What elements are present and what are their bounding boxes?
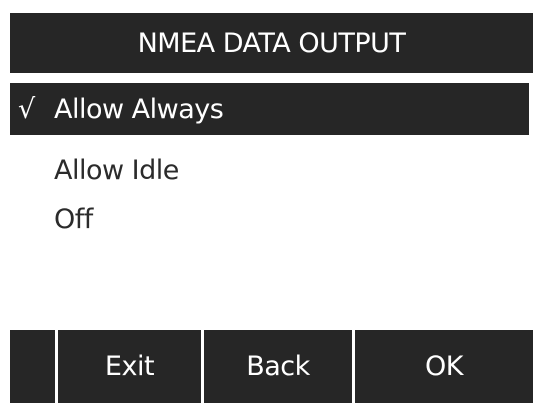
menu-item-allow-idle[interactable]: Allow Idle <box>10 144 179 196</box>
menu-item-allow-always[interactable]: √ Allow Always <box>10 83 529 135</box>
device-screen: NMEA DATA OUTPUT √ Allow Always Allow Id… <box>0 0 533 403</box>
screen-title: NMEA DATA OUTPUT <box>137 27 406 59</box>
menu-item-label: Off <box>54 203 93 235</box>
softkey-left-blank[interactable] <box>10 330 55 403</box>
menu-item-label: Allow Idle <box>54 154 179 186</box>
ok-button[interactable]: OK <box>355 330 533 403</box>
menu-item-label: Allow Always <box>54 93 224 125</box>
back-button[interactable]: Back <box>204 330 352 403</box>
menu-item-off[interactable]: Off <box>10 193 93 245</box>
checkmark-icon: √ <box>18 93 35 125</box>
options-list: √ Allow Always Allow Idle Off <box>10 73 533 330</box>
title-bar: NMEA DATA OUTPUT <box>10 13 533 73</box>
exit-button[interactable]: Exit <box>58 330 201 403</box>
softkey-bar: Exit Back OK <box>10 330 533 403</box>
